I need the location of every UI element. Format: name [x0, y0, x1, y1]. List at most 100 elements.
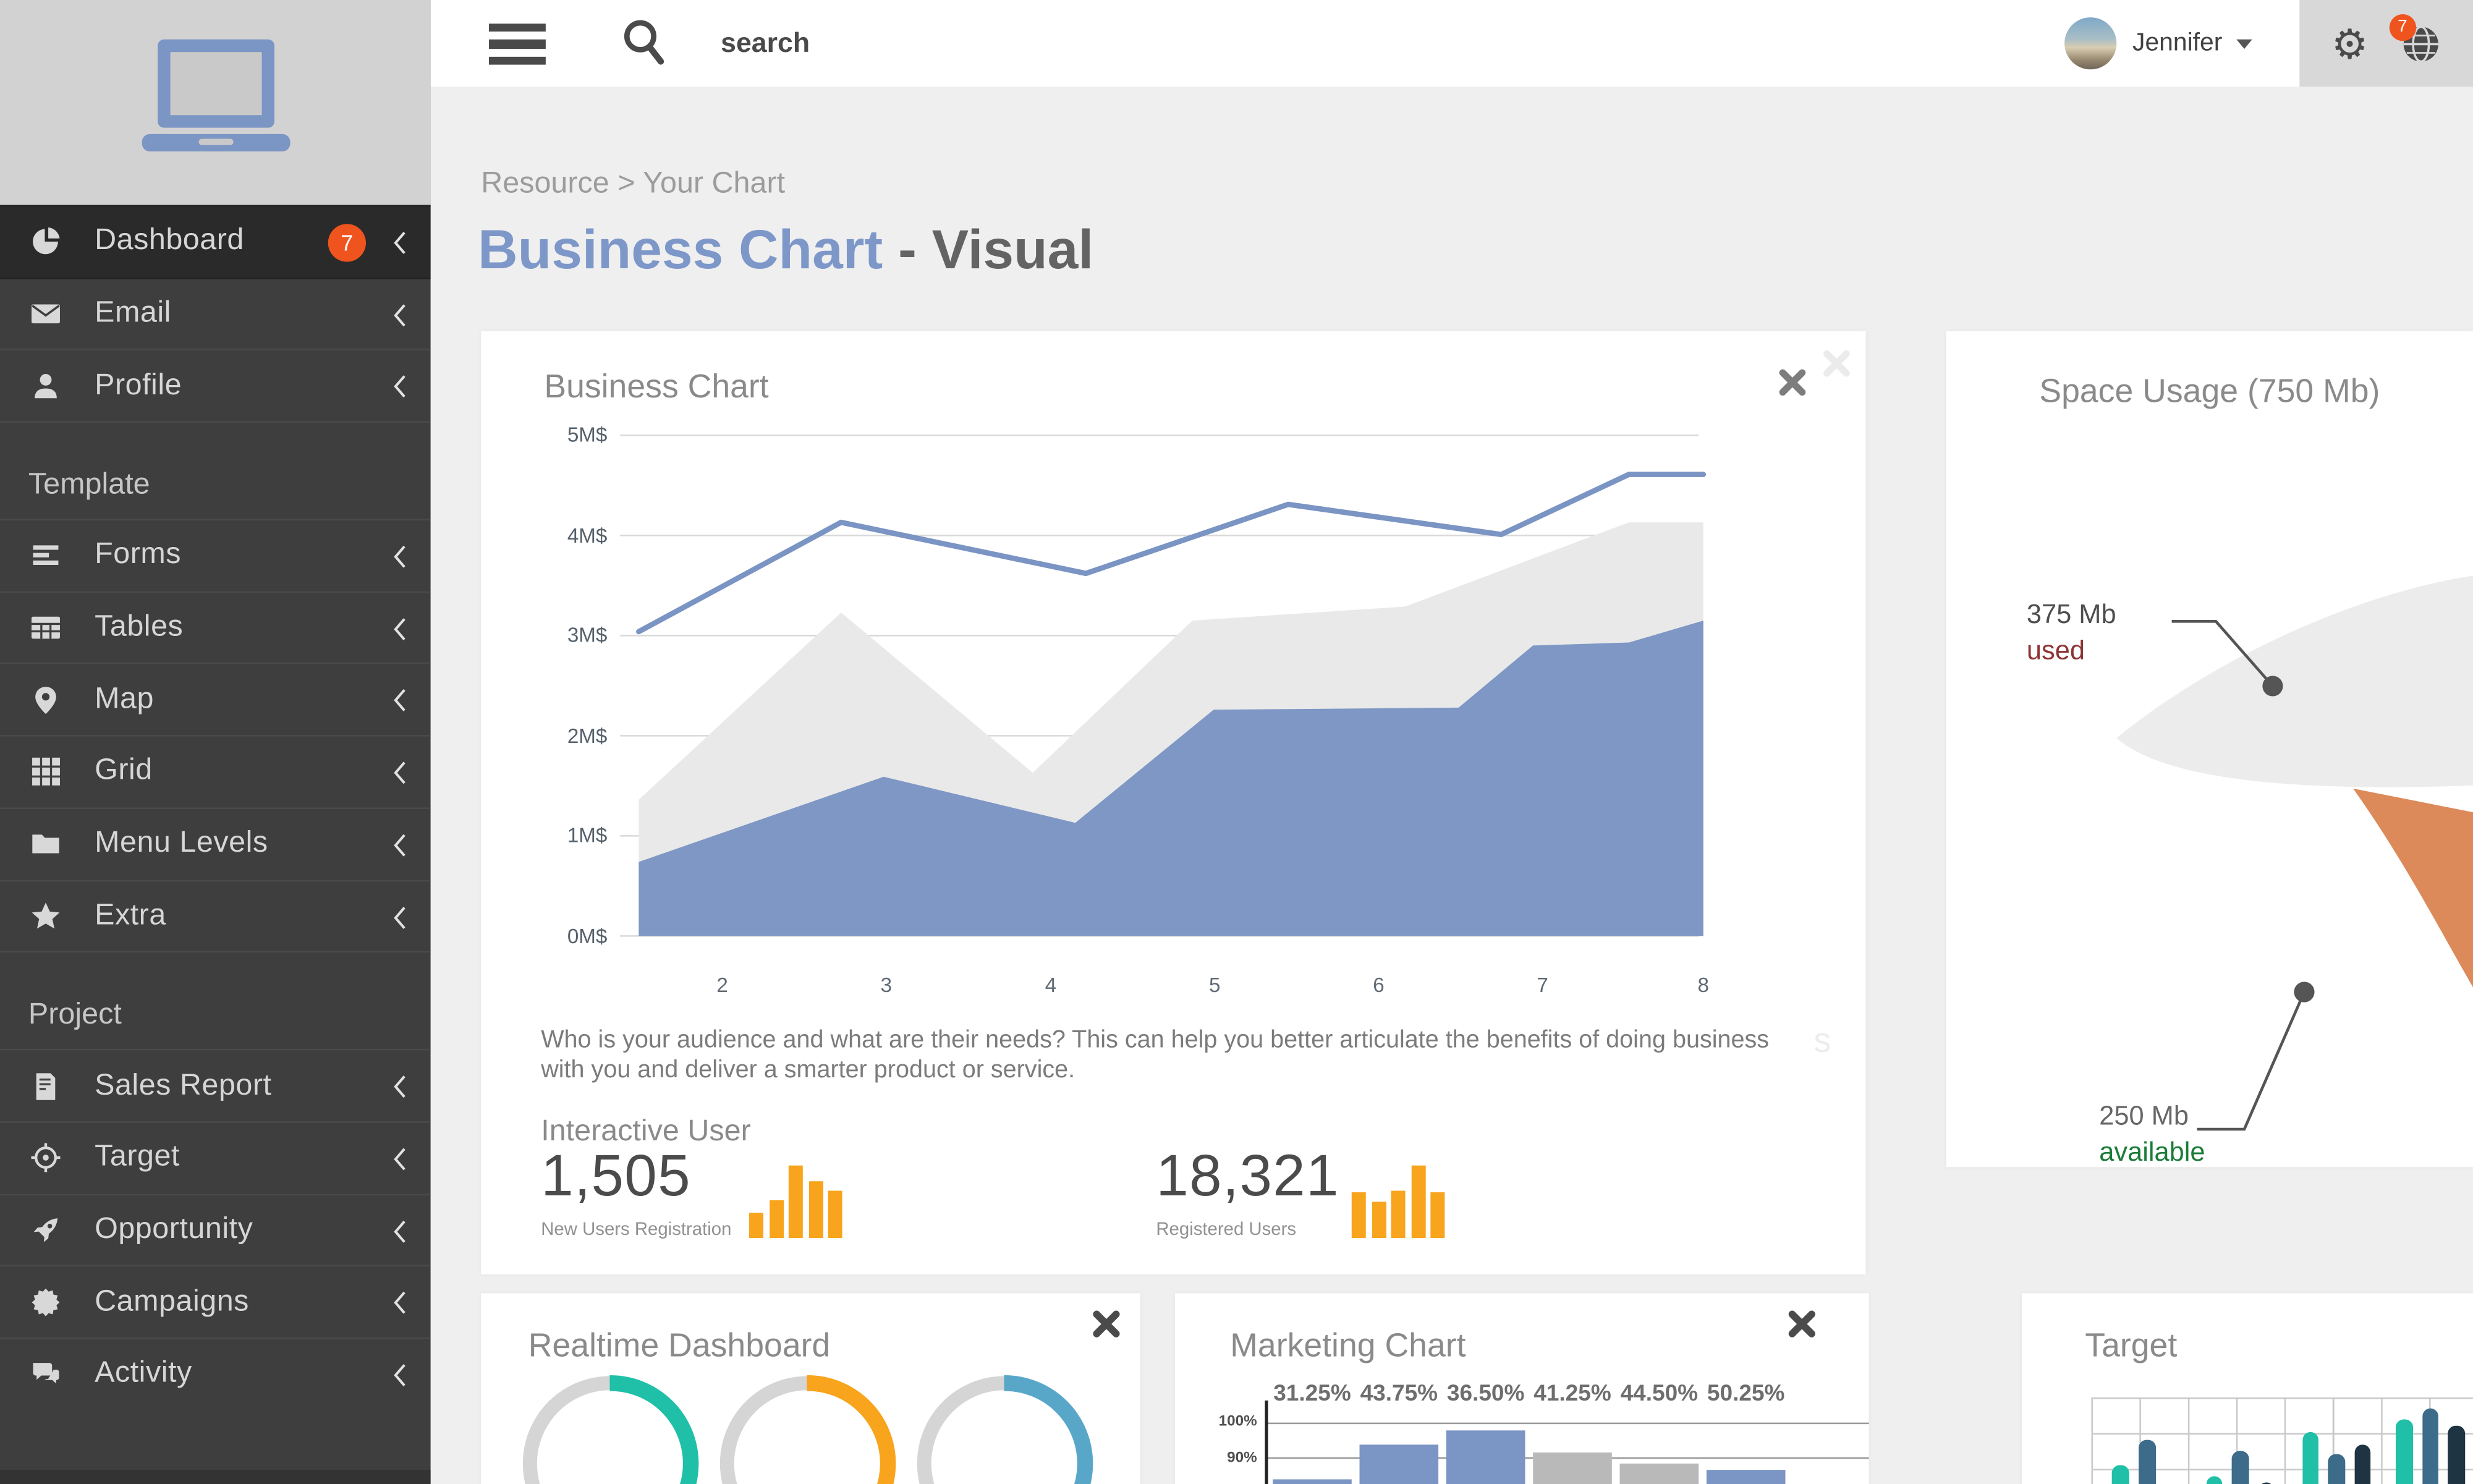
marketing-bar: [1533, 1453, 1612, 1484]
sidebar-item-email[interactable]: Email: [0, 277, 431, 349]
close-icon[interactable]: [1778, 368, 1807, 397]
business-chart-card: Business Chart 5M$4M$3M$2M$1M$0M$2345678…: [481, 331, 1865, 1274]
search-bar: [620, 17, 1197, 68]
stat-value: 1,505: [541, 1143, 691, 1210]
sidebar-item-label: Grid: [95, 755, 153, 789]
spark-bar: [1372, 1202, 1386, 1238]
target-bar: [2354, 1444, 2370, 1484]
hamburger-menu-icon[interactable]: [489, 23, 546, 64]
realtime-dashboard-card: Realtime Dashboard: [481, 1293, 1140, 1484]
sidebar-item-campaigns[interactable]: Campaigns: [0, 1265, 431, 1338]
bar-value-label: 36.50%: [1441, 1381, 1530, 1407]
bar-value-label: 31.25%: [1268, 1381, 1357, 1407]
sidebar-section-template: Template: [0, 421, 431, 519]
chevron-left-icon: [392, 375, 407, 408]
sidebar-item-label: Menu Levels: [95, 826, 268, 861]
chevron-left-icon: [392, 904, 407, 938]
sidebar-item-tables[interactable]: Tables: [0, 591, 431, 663]
sidebar-item-forms[interactable]: Forms: [0, 519, 431, 591]
folder-icon: [30, 828, 61, 860]
page-title-primary: Business Chart: [478, 219, 883, 281]
sidebar-item-label: Dashboard: [95, 224, 244, 259]
sidebar-item-grid[interactable]: Grid: [0, 735, 431, 807]
search-icon[interactable]: [620, 17, 668, 68]
bar-value-label: 44.50%: [1615, 1381, 1703, 1407]
sidebar-footer-strip: [0, 1470, 431, 1484]
x-axis-tick: 7: [1524, 973, 1561, 996]
x-axis-tick: 2: [703, 973, 741, 996]
chevron-down-icon: [2236, 39, 2252, 48]
sidebar-item-label: Tables: [95, 611, 183, 645]
sidebar-item-label: Extra: [95, 899, 166, 933]
topbar-icon-panel: ⚙ 7: [2299, 0, 2473, 87]
app-logo[interactable]: [0, 0, 431, 205]
x-axis-tick: 4: [1032, 973, 1069, 996]
close-icon-ghost: [1822, 349, 1851, 378]
sidebar-item-label: Target: [95, 1140, 180, 1175]
sidebar-menu: Dashboard7Email Profile Template Forms Table…: [0, 205, 431, 1410]
target-bar: [2396, 1420, 2412, 1484]
chevron-left-icon: [392, 1074, 407, 1108]
available-label: 250 Mbavailable: [2099, 1098, 2205, 1167]
marketing-bar: [1446, 1431, 1525, 1484]
marketing-bar: [1360, 1445, 1439, 1484]
badge-ribbon-icon: [30, 1286, 61, 1318]
x-axis-tick: 5: [1196, 973, 1234, 996]
sidebar-item-sales-report[interactable]: Sales Report: [0, 1049, 431, 1121]
sidebar-item-opportunity[interactable]: Opportunity: [0, 1193, 431, 1265]
chevron-left-icon: [392, 1362, 407, 1396]
sidebar-item-extra[interactable]: Extra: [0, 880, 431, 952]
laptop-icon: [129, 36, 302, 169]
spark-bar: [769, 1200, 783, 1238]
topbar: Jennifer ⚙ 7: [431, 0, 2473, 87]
sidebar: Dashboard7Email Profile Template Forms Table…: [0, 0, 431, 1484]
target-bar: [2302, 1432, 2318, 1484]
target-bar: [2448, 1425, 2464, 1484]
sidebar-item-label: Sales Report: [95, 1069, 271, 1103]
x-axis-tick: 3: [867, 973, 905, 996]
card-title: Target: [2085, 1328, 2177, 1365]
user-menu[interactable]: Jennifer: [2064, 0, 2252, 87]
chevron-left-icon: [392, 760, 407, 794]
sidebar-item-label: Profile: [95, 368, 182, 403]
pie-chart-icon: [30, 226, 61, 258]
globe-icon[interactable]: 7: [2400, 23, 2441, 64]
target-bar: [2232, 1451, 2249, 1484]
sidebar-item-dashboard[interactable]: Dashboard7: [0, 205, 431, 278]
sidebar-item-map[interactable]: Map: [0, 663, 431, 736]
sparkbar-chart: [749, 1166, 850, 1238]
sidebar-item-label: Opportunity: [95, 1213, 253, 1247]
spark-bar: [828, 1190, 842, 1238]
space-usage-card: Space Usage (750 Mb) 375 Mbused 250 Mbav…: [1946, 331, 2473, 1167]
y-axis-tick: 100%: [1197, 1413, 1257, 1430]
y-axis-tick: 4M$: [525, 523, 608, 546]
card-title: Space Usage (750 Mb): [1946, 374, 2473, 412]
used-label: 375 Mbused: [2027, 596, 2116, 669]
search-input[interactable]: [718, 25, 1197, 61]
chevron-left-icon: [392, 544, 407, 577]
x-axis-tick: 8: [1684, 973, 1722, 996]
sidebar-item-label: Forms: [95, 538, 181, 573]
sidebar-item-profile[interactable]: Profile: [0, 349, 431, 422]
sidebar-item-label: Activity: [95, 1357, 192, 1391]
marketing-bar: [1707, 1469, 1786, 1484]
bar-value-label: 43.75%: [1355, 1381, 1443, 1407]
document-icon: [30, 1070, 61, 1101]
sidebar-item-target[interactable]: Target: [0, 1121, 431, 1194]
chevron-left-icon: [392, 689, 407, 722]
sidebar-item-menu-levels[interactable]: Menu Levels: [0, 807, 431, 880]
business-area-chart: [620, 420, 1708, 964]
y-axis-tick: 3M$: [525, 623, 608, 647]
target-card: Target: [2022, 1293, 2473, 1484]
dashboard-app: Dashboard7EmailProfileTemplateFormsTable…: [0, 0, 2473, 1484]
y-axis-line: [1265, 1401, 1268, 1484]
gear-icon[interactable]: ⚙: [2331, 23, 2368, 64]
chevron-left-icon: [392, 1147, 407, 1180]
sidebar-item-activity[interactable]: Activity: [0, 1338, 431, 1410]
stat-label: New Users Registration: [541, 1221, 731, 1240]
map-pin-icon: [30, 684, 61, 716]
spark-bar: [789, 1166, 803, 1238]
close-icon[interactable]: [1787, 1309, 1817, 1339]
pie-slice-used: [2116, 575, 2473, 787]
grid-icon: [30, 756, 61, 787]
